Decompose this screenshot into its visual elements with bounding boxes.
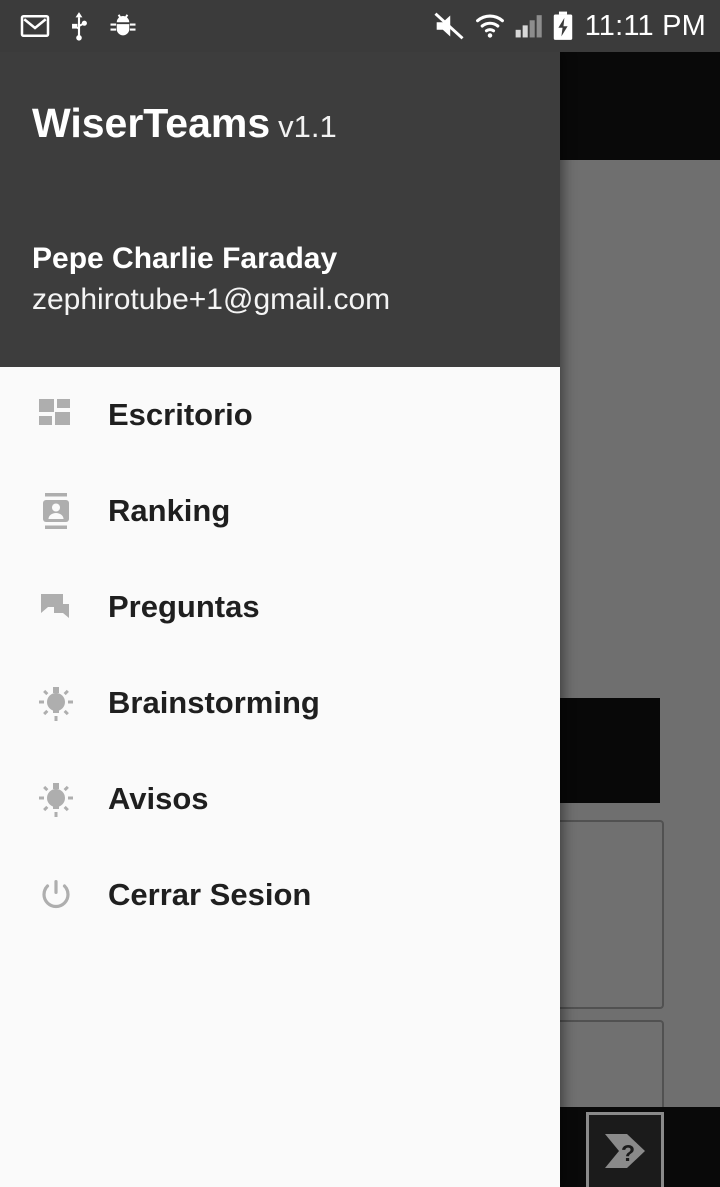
menu-item-ranking[interactable]: Ranking <box>0 463 560 559</box>
status-bar: 11:11 PM <box>0 0 720 52</box>
menu-item-label: Brainstorming <box>108 685 320 720</box>
menu-item-label: Cerrar Sesion <box>108 877 312 912</box>
cellular-signal-icon <box>515 15 542 38</box>
user-name: Pepe Charlie Faraday <box>32 242 338 275</box>
user-email: zephirotube+1@gmail.com <box>32 283 391 316</box>
app-name: WiserTeams <box>32 100 271 146</box>
status-bar-left-icons <box>0 11 138 41</box>
usb-icon <box>72 12 87 41</box>
svg-text:?: ? <box>621 1140 635 1166</box>
status-bar-clock: 11:11 PM <box>584 9 706 42</box>
bug-icon <box>110 14 136 36</box>
menu-item-escritorio[interactable]: Escritorio <box>0 367 560 463</box>
menu-item-label: Escritorio <box>108 397 253 432</box>
app-title: WiserTeams v1.1 <box>32 100 337 147</box>
menu-item-avisos[interactable]: Avisos <box>0 751 560 847</box>
menu-item-label: Preguntas <box>108 589 260 624</box>
menu-item-label: Avisos <box>108 781 209 816</box>
help-button[interactable]: ? <box>586 1112 664 1187</box>
navigation-drawer: WiserTeams v1.1 Pepe Charlie Faraday zeph… <box>0 52 560 1187</box>
gmail-icon <box>20 14 50 38</box>
question-chevron-icon: ? <box>605 1134 645 1168</box>
volume-muted-icon <box>434 12 464 40</box>
status-bar-right-icons: 11:11 PM <box>433 10 720 43</box>
battery-charging-icon <box>553 11 572 40</box>
power-icon <box>34 873 78 917</box>
phone-screen: producto ndrá a o ? WiserTeamsv1.1 Pepe … <box>0 0 720 1187</box>
menu-item-label: Ranking <box>108 493 231 528</box>
drawer-header: WiserTeams v1.1 Pepe Charlie Faraday zeph… <box>0 52 560 367</box>
contact-card-icon <box>34 489 78 533</box>
menu-item-brainstorming[interactable]: Brainstorming <box>0 655 560 751</box>
dashboard-icon <box>34 393 78 437</box>
menu-item-cerrar-sesion[interactable]: Cerrar Sesion <box>0 847 560 943</box>
lightbulb-icon <box>34 777 78 821</box>
app-version: v1.1 <box>278 109 337 144</box>
lightbulb-icon <box>34 681 78 725</box>
menu-item-preguntas[interactable]: Preguntas <box>0 559 560 655</box>
wifi-icon <box>475 14 504 38</box>
drawer-menu-list: Escritorio Ranking Preguntas Brainstormi… <box>0 367 560 943</box>
chat-bubbles-icon <box>34 585 78 629</box>
